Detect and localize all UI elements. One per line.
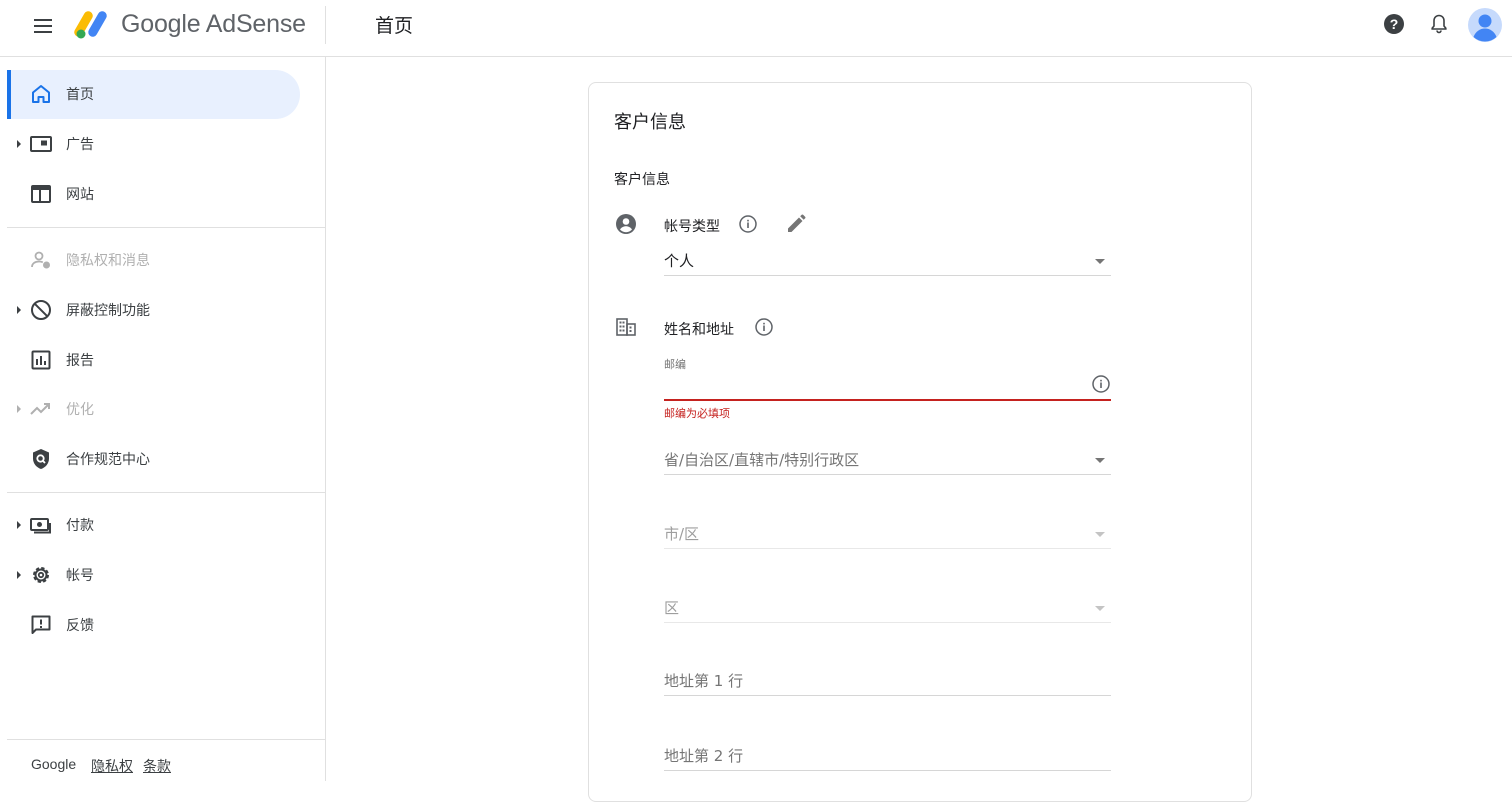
sidebar-item-label: 帐号 [66,568,94,584]
sidebar-item-payments[interactable]: 付款 [7,501,300,550]
payments-icon [30,518,51,534]
address-line1-input[interactable]: 地址第 1 行 [664,667,1111,697]
sidebar-item-label: 报告 [66,353,94,369]
account-circle-icon [616,214,636,234]
sidebar-item-privacy-messages[interactable]: 隐私权和消息 [7,236,300,285]
expand-arrow-icon[interactable] [17,140,21,148]
side-navigation: 首页 广告 网站 隐私权和消息 屏蔽控制功能 报告 优化 合作规范中心 付款 帐… [0,57,326,781]
main-menu-button[interactable] [31,14,55,38]
feedback-icon [31,615,51,634]
sidebar-item-label: 付款 [66,518,94,534]
business-building-icon [616,318,636,336]
sidebar-item-policy-center[interactable]: 合作规范中心 [7,435,300,484]
district-select[interactable]: 区 [664,594,1111,624]
terms-link[interactable]: 条款 [143,756,171,776]
sidebar-item-blocking-controls[interactable]: 屏蔽控制功能 [7,286,300,335]
city-select[interactable]: 市/区 [664,520,1111,550]
sidebar-item-label: 首页 [66,87,94,103]
expand-arrow-icon[interactable] [17,571,21,579]
expand-arrow-icon[interactable] [17,521,21,529]
dropdown-arrow-icon [1095,532,1105,537]
sidebar-item-label: 隐私权和消息 [66,253,150,269]
edit-pencil-icon[interactable] [784,212,808,236]
block-icon [31,300,51,320]
header-divider [325,6,326,44]
sidebar-item-reports[interactable]: 报告 [7,336,300,385]
sidebar-item-sites[interactable]: 网站 [7,170,300,219]
sidebar-item-ads[interactable]: 广告 [7,120,300,169]
notifications-bell-icon[interactable] [1427,12,1451,36]
card-title: 客户信息 [614,112,686,133]
customer-info-card: 客户信息 客户信息 帐号类型 个人 姓名和地址 邮编 邮编为必填项 省/自治区/… [588,82,1252,802]
sidebar-divider [7,492,325,493]
sidebar-footer: Google 隐私权 条款 [7,739,325,781]
account-avatar[interactable] [1467,7,1503,43]
sidebar-item-optimize[interactable]: 优化 [7,385,300,434]
field-underline [664,474,1111,475]
address-line2-input[interactable]: 地址第 2 行 [664,742,1111,772]
dropdown-arrow-icon [1095,458,1105,463]
postal-code-field[interactable]: 邮编 邮编为必填项 [664,353,1111,423]
sidebar-item-account[interactable]: 帐号 [7,551,300,600]
info-icon[interactable] [754,317,774,337]
expand-arrow-icon[interactable] [17,405,21,413]
province-placeholder: 省/自治区/直辖市/特别行政区 [664,451,860,469]
sidebar-item-label: 合作规范中心 [66,452,150,468]
address-line1-placeholder: 地址第 1 行 [664,672,744,690]
info-icon[interactable] [1091,374,1111,394]
postal-code-error: 邮编为必填项 [664,407,730,420]
svg-text:?: ? [1390,16,1399,32]
city-placeholder: 市/区 [664,525,700,543]
top-app-bar: Google AdSense 首页 ? [0,0,1512,57]
sidebar-item-label: 屏蔽控制功能 [66,303,150,319]
field-underline [664,695,1111,696]
field-underline [664,548,1111,549]
account-type-value: 个人 [664,252,695,270]
home-icon [32,85,50,103]
help-icon[interactable]: ? [1382,12,1406,36]
field-underline-error [664,399,1111,401]
postal-code-label: 邮编 [664,358,686,371]
footer-google-label: Google [31,756,77,772]
sidebar-item-label: 优化 [66,402,94,418]
account-type-select[interactable]: 个人 [664,247,1111,277]
optimize-icon [30,403,50,415]
sidebar-divider [7,227,325,228]
field-underline [664,275,1111,276]
dropdown-arrow-icon [1095,606,1105,611]
sites-icon [31,185,51,203]
sidebar-item-label: 网站 [66,187,94,203]
address-line2-placeholder: 地址第 2 行 [664,747,744,765]
expand-arrow-icon[interactable] [17,306,21,314]
privacy-link[interactable]: 隐私权 [91,756,133,776]
section-title: 客户信息 [614,172,670,188]
privacy-messages-icon [31,251,50,269]
sidebar-item-feedback[interactable]: 反馈 [7,601,300,650]
district-placeholder: 区 [664,599,680,617]
page-title: 首页 [375,15,414,37]
sidebar-item-home[interactable]: 首页 [7,70,300,119]
policy-center-icon [33,449,49,469]
field-underline [664,622,1111,623]
account-type-label: 帐号类型 [664,219,720,235]
app-brand-name: Google AdSense [121,10,306,38]
reports-icon [31,350,51,370]
province-select[interactable]: 省/自治区/直辖市/特别行政区 [664,446,1111,476]
hamburger-menu-icon [34,19,52,33]
dropdown-arrow-icon [1095,259,1105,264]
ads-icon [30,136,52,152]
sidebar-item-label: 广告 [66,137,94,153]
sidebar-item-label: 反馈 [66,618,94,634]
adsense-logo-icon[interactable] [74,8,110,40]
field-underline [664,770,1111,771]
name-address-label: 姓名和地址 [664,322,734,338]
account-gear-icon [33,567,49,583]
info-icon[interactable] [738,214,758,234]
